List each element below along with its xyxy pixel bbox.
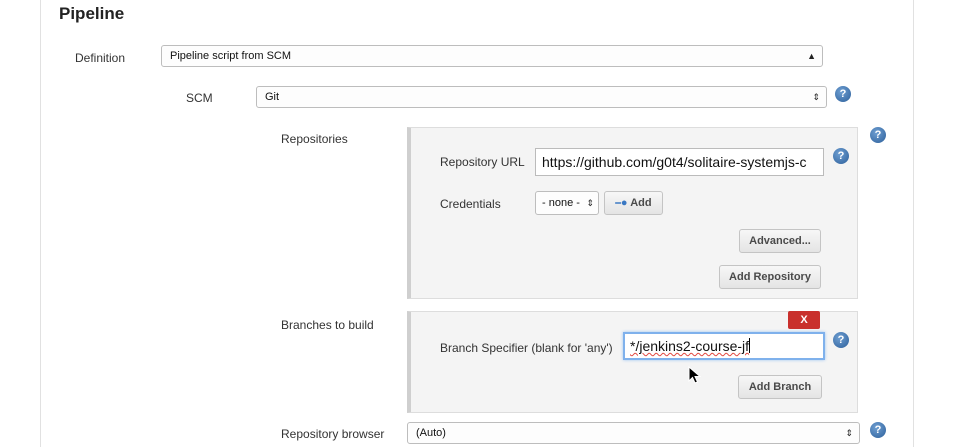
credentials-select[interactable]: - none - ⇕ [535,191,599,215]
repository-browser-value: (Auto) [416,427,446,439]
add-branch-button[interactable]: Add Branch [738,375,822,399]
scm-select[interactable]: Git ⇕ [256,86,827,108]
mouse-pointer-icon [688,366,702,384]
branches-label: Branches to build [281,318,374,332]
updown-arrows-icon: ⇕ [812,92,820,102]
branch-specifier-value: */jenkins2-course-jf [630,338,750,354]
add-repository-button[interactable]: Add Repository [719,265,821,289]
repository-browser-select[interactable]: (Auto) ⇕ [407,422,860,444]
repository-browser-label: Repository browser [281,427,385,441]
definition-label: Definition [75,51,126,65]
repository-url-help-icon[interactable]: ? [833,148,849,164]
repositories-help-icon[interactable]: ? [870,127,886,143]
repository-browser-help-icon[interactable]: ? [870,422,886,438]
scm-label: SCM [186,91,213,105]
updown-arrows-icon: ▲ [807,51,816,61]
branch-specifier-input[interactable]: */jenkins2-course-jf [623,332,825,360]
credentials-label: Credentials [440,197,501,211]
repository-url-input[interactable]: https://github.com/g0t4/solitaire-system… [535,148,824,176]
delete-branch-button[interactable]: X [788,311,820,329]
branch-specifier-label: Branch Specifier (blank for 'any') [440,341,613,355]
section-title: Pipeline [59,4,125,23]
scm-select-value: Git [265,91,280,103]
repositories-label: Repositories [281,132,348,146]
updown-arrows-icon: ⇕ [586,198,594,208]
repository-url-label: Repository URL [440,155,525,169]
updown-arrows-icon: ⇕ [845,428,853,438]
scm-help-icon[interactable]: ? [835,86,851,102]
definition-select-value: Pipeline script from SCM [170,50,292,62]
key-icon: ⎯● [615,197,628,209]
branch-specifier-help-icon[interactable]: ? [833,332,849,348]
text-caret [749,338,751,353]
add-credentials-button[interactable]: ⎯● Add [604,191,663,215]
advanced-button[interactable]: Advanced... [739,229,821,253]
definition-select[interactable]: Pipeline script from SCM ▲ [161,45,823,67]
credentials-select-value: - none - [542,197,580,209]
add-credentials-label: Add [630,197,652,209]
